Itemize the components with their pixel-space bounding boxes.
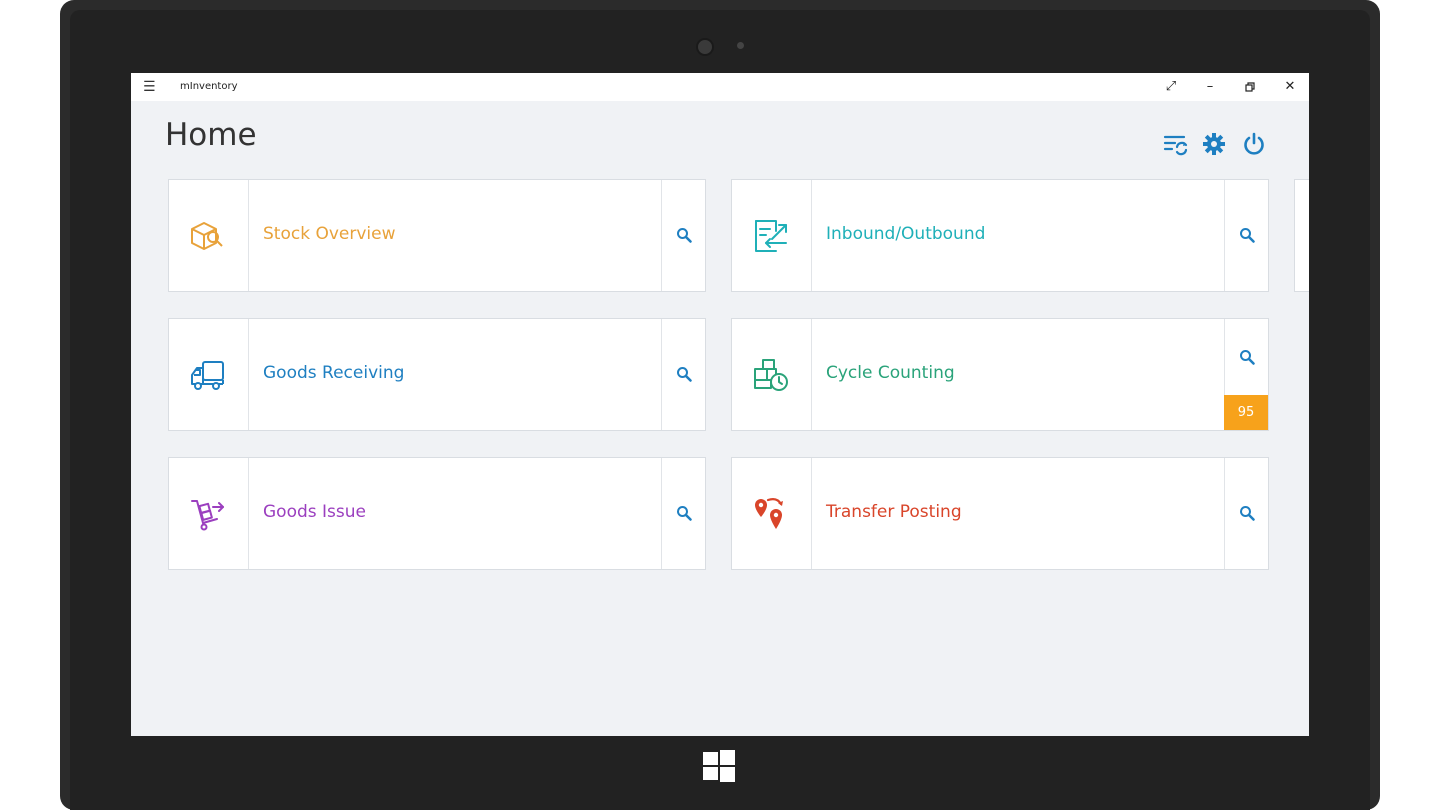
gear-icon[interactable] <box>1201 131 1227 157</box>
tile-label: Stock Overview <box>263 224 396 244</box>
search-icon <box>677 228 692 243</box>
search-button[interactable] <box>661 458 705 569</box>
hand-truck-icon <box>191 500 224 531</box>
camera <box>696 38 714 56</box>
inbound-outbound-icon <box>755 220 787 252</box>
windows-logo-icon[interactable] <box>703 750 735 782</box>
minimize-button[interactable]: – <box>1200 78 1220 96</box>
search-icon <box>1240 506 1255 521</box>
boxes-clock-icon <box>754 359 788 391</box>
tile-goods-issue[interactable]: Goods Issue <box>168 457 706 570</box>
search-button[interactable] <box>661 180 705 291</box>
box-search-icon <box>191 222 223 250</box>
search-button[interactable] <box>1224 458 1268 569</box>
location-pins-icon <box>755 498 783 529</box>
search-icon <box>1240 228 1255 243</box>
tile-label: Goods Issue <box>263 502 366 522</box>
page-title: Home <box>165 117 257 153</box>
tile-inbound-outbound[interactable]: Inbound/Outbound <box>731 179 1269 292</box>
close-button[interactable]: ✕ <box>1280 78 1300 96</box>
search-icon <box>1240 350 1255 365</box>
power-icon[interactable] <box>1241 131 1267 157</box>
tile-goods-receiving[interactable]: Goods Receiving <box>168 318 706 431</box>
count-badge: 95 <box>1224 395 1268 430</box>
fullscreen-icon[interactable]: ⤢ <box>1161 78 1181 96</box>
tile-label: Goods Receiving <box>263 363 405 383</box>
hamburger-menu-icon[interactable]: ☰ <box>143 79 156 95</box>
app-screen: ☰ mInventory ⤢ – ✕ Home Stock Overview I… <box>131 73 1309 736</box>
sync-settings-icon[interactable] <box>1162 131 1188 157</box>
window-titlebar: ☰ mInventory ⤢ – ✕ <box>131 73 1309 101</box>
tile-stock-overview[interactable]: Stock Overview <box>168 179 706 292</box>
tile-label: Inbound/Outbound <box>826 224 986 244</box>
tile-label: Transfer Posting <box>826 502 962 522</box>
sensor <box>737 42 744 49</box>
search-button[interactable] <box>661 319 705 430</box>
truck-icon <box>191 361 224 390</box>
search-button[interactable] <box>1224 180 1268 291</box>
tile-transfer-posting[interactable]: Transfer Posting <box>731 457 1269 570</box>
search-icon <box>677 367 692 382</box>
restore-button[interactable] <box>1240 78 1260 96</box>
tile-partial-offscreen[interactable] <box>1294 179 1309 292</box>
tile-cycle-counting[interactable]: Cycle Counting 95 <box>731 318 1269 431</box>
window-title: mInventory <box>180 81 238 92</box>
search-icon <box>677 506 692 521</box>
tile-label: Cycle Counting <box>826 363 955 383</box>
